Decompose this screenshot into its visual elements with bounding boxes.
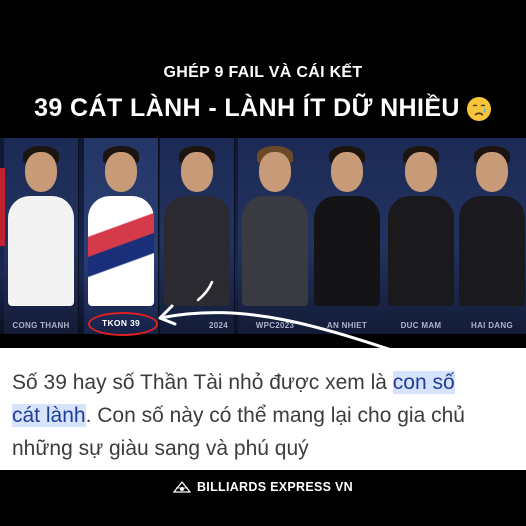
decorative-red-edge	[0, 168, 5, 246]
player-label: WPC2023	[255, 321, 295, 330]
player-card: CONG THANH	[4, 138, 79, 334]
quote-box: Số 39 hay số Thần Tài nhỏ được xem là co…	[0, 348, 526, 470]
player-figure	[8, 196, 74, 306]
player-figure	[164, 196, 230, 306]
player-head	[25, 152, 57, 192]
player-label: HAI DANG	[471, 321, 513, 330]
highlighted-text: con số	[392, 371, 455, 394]
quote-text-part: Số 39 hay số Thần Tài nhỏ được xem là	[12, 371, 393, 394]
player-card: WPC2023	[238, 138, 313, 334]
footer-brand: BILLIARDS EXPRESS VN	[0, 480, 526, 494]
player-label: CONG THANH	[12, 321, 70, 330]
player-label: 2024	[209, 321, 228, 330]
title-row: 39 CÁT LÀNH - LÀNH ÍT DỮ NHIỀU	[0, 94, 526, 123]
player-head	[331, 152, 363, 192]
player-card: 2024	[160, 138, 235, 334]
player-head	[181, 152, 213, 192]
player-figure	[314, 196, 380, 306]
player-figure	[388, 196, 454, 306]
subtitle: GHÉP 9 FAIL VÀ CÁI KẾT	[163, 64, 363, 81]
player-head	[259, 152, 291, 192]
quote-paragraph: Số 39 hay số Thần Tài nhỏ được xem là co…	[12, 366, 518, 465]
player-head	[476, 152, 508, 192]
player-label: AN NHIET	[326, 321, 368, 330]
player-figure	[459, 196, 525, 306]
brand-name: BILLIARDS EXPRESS VN	[196, 480, 354, 494]
player-head	[405, 152, 437, 192]
player-card: AN NHIET	[310, 138, 385, 334]
page: GHÉP 9 FAIL VÀ CÁI KẾT 39 CÁT LÀNH - LÀN…	[0, 0, 526, 526]
crying-face-icon	[466, 96, 491, 121]
player-card-highlighted: TKON 39	[84, 138, 159, 334]
player-head	[105, 152, 137, 192]
player-label: DUC MAM	[400, 321, 442, 330]
highlighted-text: cát lành	[12, 404, 86, 427]
billiards-logo-icon	[172, 480, 191, 493]
player-strip: CONG THANH TKON 39 2024 WPC2023 AN NHIET	[0, 138, 526, 334]
player-card: DUC MAM	[384, 138, 459, 334]
player-card: HAI DANG	[458, 138, 526, 334]
player-figure	[242, 196, 308, 306]
page-title: 39 CÁT LÀNH - LÀNH ÍT DỮ NHIỀU	[34, 94, 460, 122]
highlight-circle	[88, 312, 158, 336]
player-figure	[88, 196, 154, 306]
